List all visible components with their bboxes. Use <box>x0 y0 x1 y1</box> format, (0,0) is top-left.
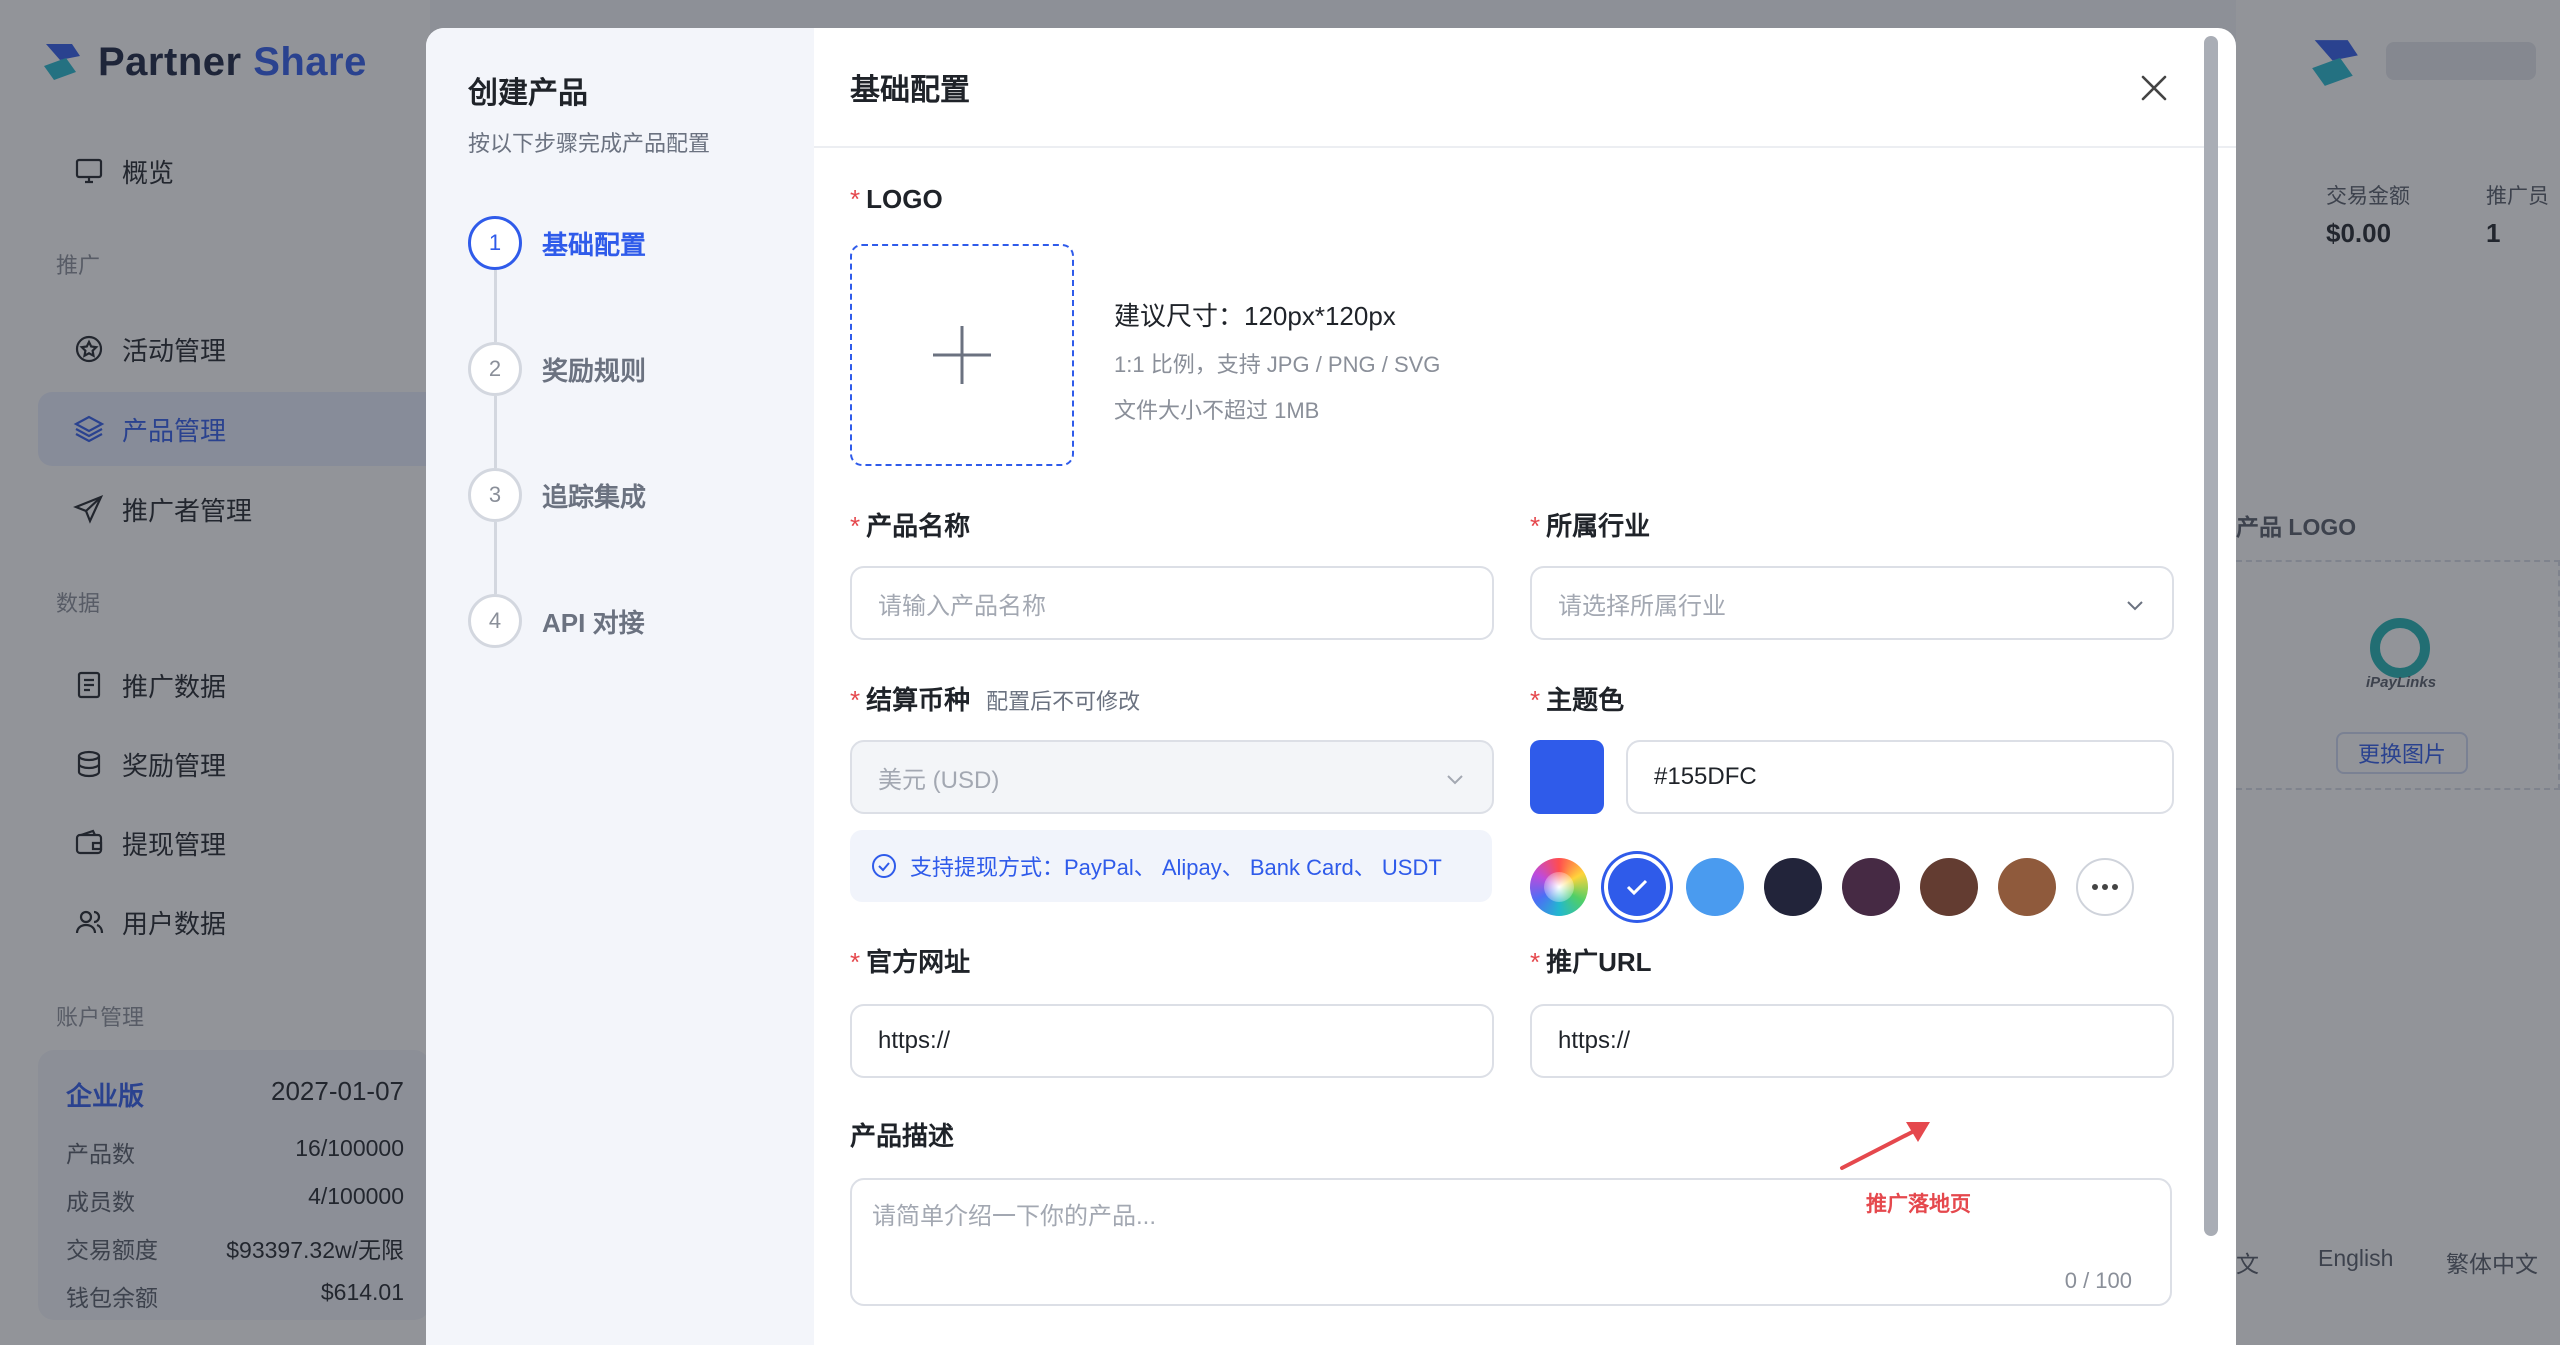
promo-url-input[interactable]: https:// <box>1530 1004 2174 1078</box>
logo-upload[interactable] <box>850 244 1074 466</box>
char-count: 0 / 100 <box>2064 1268 2132 1293</box>
check-icon <box>1626 879 1648 896</box>
website-label: * 官方网址 <box>850 947 971 977</box>
website-input[interactable]: https:// <box>850 1004 1494 1078</box>
theme-color-preview[interactable] <box>1530 740 1604 814</box>
product-name-input[interactable]: 请输入产品名称 <box>850 566 1494 640</box>
step-basic-config[interactable]: 1 基础配置 <box>468 216 646 270</box>
plus-icon <box>933 326 991 384</box>
swatch-navy[interactable] <box>1764 858 1822 916</box>
annotation-arrow-icon <box>1840 1122 1930 1170</box>
product-name-label: * 产品名称 <box>850 511 971 541</box>
theme-color-input[interactable]: #155DFC <box>1626 740 2174 814</box>
steps-subtitle: 按以下步骤完成产品配置 <box>468 131 711 156</box>
steps-title: 创建产品 <box>468 77 588 110</box>
description-label: 产品描述 <box>850 1121 955 1151</box>
step-reward-rules[interactable]: 2 奖励规则 <box>468 342 646 396</box>
logo-label: * LOGO <box>850 184 943 214</box>
industry-select[interactable]: 请选择所属行业 <box>1530 566 2174 640</box>
logo-upload-info: 建议尺寸：120px*120px 1:1 比例，支持 JPG / PNG / S… <box>1114 301 1441 423</box>
chevron-down-icon <box>2127 601 2143 611</box>
close-icon <box>2141 75 2167 101</box>
close-button[interactable] <box>2134 68 2174 108</box>
swatch-tan[interactable] <box>1998 858 2056 916</box>
chevron-down-icon <box>1447 775 1463 785</box>
steps-panel: 创建产品 按以下步骤完成产品配置 1 基础配置 2 奖励规则 3 追踪集成 4 … <box>426 28 814 1345</box>
create-product-modal: 创建产品 按以下步骤完成产品配置 1 基础配置 2 奖励规则 3 追踪集成 4 … <box>426 28 2236 1345</box>
step-connector <box>494 522 497 594</box>
form-header: 基础配置 <box>814 28 2236 148</box>
description-textarea[interactable]: 请简单介绍一下你的产品... 0 / 100 <box>850 1178 2172 1306</box>
industry-label: * 所属行业 <box>1530 511 1651 541</box>
step-connector <box>494 270 497 342</box>
currency-select[interactable]: 美元 (USD) <box>850 740 1494 814</box>
promo-url-label: * 推广URL <box>1530 947 1652 977</box>
form-title: 基础配置 <box>850 74 970 107</box>
withdraw-notice: 支持提现方式：PayPal、 Alipay、 Bank Card、 USDT <box>850 830 1492 902</box>
step-api[interactable]: 4 API 对接 <box>468 594 645 648</box>
check-circle-icon <box>872 854 896 878</box>
currency-label: * 结算币种 配置后不可修改 <box>850 685 1141 715</box>
swatch-brown[interactable] <box>1920 858 1978 916</box>
swatch-light-blue[interactable] <box>1686 858 1744 916</box>
modal-scrollbar[interactable] <box>2204 36 2218 1236</box>
swatch-blue[interactable] <box>1608 858 1666 916</box>
theme-color-label: * 主题色 <box>1530 685 1625 715</box>
step-tracking[interactable]: 3 追踪集成 <box>468 468 646 522</box>
more-dots-icon <box>2092 884 2118 890</box>
step-connector <box>494 396 497 468</box>
more-colors-button[interactable] <box>2076 858 2134 916</box>
swatch-plum[interactable] <box>1842 858 1900 916</box>
form-area: 基础配置 * LOGO 建议尺寸：120px*120px 1:1 比例，支持 JP… <box>814 28 2236 1345</box>
color-picker-wheel[interactable] <box>1530 858 1588 916</box>
annotation-label: 推广落地页 <box>1866 1193 1971 1216</box>
